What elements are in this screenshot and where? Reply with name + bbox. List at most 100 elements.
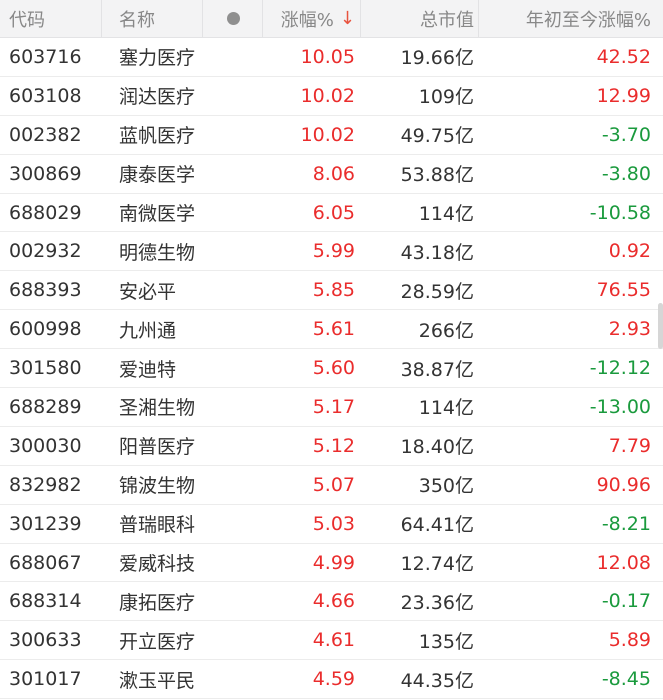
market-cap: 64.41亿 <box>400 514 474 537</box>
stock-code: 301239 <box>9 512 82 535</box>
header-ytd[interactable]: 年初至今涨幅% <box>479 0 663 37</box>
stock-code: 688029 <box>9 201 82 224</box>
stock-code: 688314 <box>9 590 82 613</box>
header-market-cap-label: 总市值 <box>420 9 474 31</box>
table-row[interactable]: 002932 明德生物 5.99 43.18亿 0.92 <box>0 232 663 272</box>
table-row[interactable]: 301239 普瑞眼科 5.03 64.41亿 -8.21 <box>0 505 663 544</box>
table-row[interactable]: 688029 南微医学 6.05 114亿 -10.58 <box>0 194 663 233</box>
market-cap: 38.87亿 <box>400 358 474 381</box>
market-cap: 114亿 <box>418 203 474 225</box>
stock-code: 603108 <box>9 84 82 107</box>
table-row[interactable]: 300030 阳普医疗 5.12 18.40亿 7.79 <box>0 427 663 466</box>
ytd-change: 76.55 <box>596 279 651 302</box>
table-row[interactable]: 301580 爱迪特 5.60 38.87亿 -12.12 <box>0 349 663 389</box>
stock-code: 688289 <box>9 395 82 418</box>
ytd-change: -3.80 <box>601 162 651 185</box>
market-cap: 19.66亿 <box>400 47 474 70</box>
market-cap: 350亿 <box>418 475 474 498</box>
table-header: 代码 名称 涨幅% ↓ 总市值 年初至今涨幅% <box>0 0 663 38</box>
table-row[interactable]: 300633 开立医疗 4.61 135亿 5.89 <box>0 621 663 661</box>
scrollbar-thumb[interactable] <box>658 303 663 349</box>
stock-code: 600998 <box>9 318 82 341</box>
stock-name: 塞力医疗 <box>119 47 196 70</box>
stock-code: 300633 <box>9 629 82 652</box>
table-row[interactable]: 600998 九州通 5.61 266亿 2.93 <box>0 310 663 350</box>
dot-cell <box>203 271 263 309</box>
change-pct: 5.61 <box>312 318 355 341</box>
table-row[interactable]: 603716 塞力医疗 10.05 19.66亿 42.52 <box>0 38 663 77</box>
ytd-change: 7.79 <box>608 434 651 457</box>
stock-name: 蓝帆医疗 <box>119 125 196 148</box>
stock-name: 南微医学 <box>119 203 196 225</box>
stock-name: 康拓医疗 <box>119 591 196 614</box>
stock-name: 漱玉平民 <box>119 669 196 692</box>
ytd-change: -13.00 <box>589 395 651 418</box>
header-name[interactable]: 名称 <box>102 0 203 37</box>
ytd-change: 12.08 <box>596 551 651 574</box>
ytd-change: 5.89 <box>608 629 651 652</box>
ytd-change: 42.52 <box>596 45 651 68</box>
stock-code: 603716 <box>9 45 82 68</box>
ytd-change: -8.45 <box>601 668 651 691</box>
ytd-change: -8.21 <box>601 512 651 535</box>
stock-name: 爱威科技 <box>119 553 196 576</box>
stock-name: 普瑞眼科 <box>119 514 196 537</box>
change-pct: 4.99 <box>312 551 355 574</box>
stock-name: 安必平 <box>119 280 177 303</box>
dot-cell <box>203 232 263 270</box>
market-cap: 266亿 <box>418 319 474 342</box>
stock-code: 300869 <box>9 162 82 185</box>
dot-cell <box>203 544 263 582</box>
market-cap: 135亿 <box>418 630 474 653</box>
stock-code: 301017 <box>9 668 82 691</box>
dot-cell <box>203 388 263 426</box>
table-row[interactable]: 688314 康拓医疗 4.66 23.36亿 -0.17 <box>0 582 663 622</box>
header-dot[interactable] <box>203 0 263 37</box>
dot-cell <box>203 349 263 387</box>
dot-cell <box>203 505 263 543</box>
table-row[interactable]: 688393 安必平 5.85 28.59亿 76.55 <box>0 271 663 311</box>
table-row[interactable]: 300869 康泰医学 8.06 53.88亿 -3.80 <box>0 155 663 194</box>
change-pct: 10.02 <box>300 84 355 107</box>
market-cap: 109亿 <box>418 86 474 109</box>
stock-code: 002932 <box>9 240 82 263</box>
ytd-change: 12.99 <box>596 84 651 107</box>
stock-name: 锦波生物 <box>119 475 196 498</box>
change-pct: 6.05 <box>312 201 355 224</box>
dot-cell <box>203 155 263 193</box>
table-row[interactable]: 002382 蓝帆医疗 10.02 49.75亿 -3.70 <box>0 116 663 155</box>
header-code[interactable]: 代码 <box>0 0 102 37</box>
stock-name: 圣湘生物 <box>119 397 196 420</box>
change-pct: 5.60 <box>312 357 355 380</box>
stock-code: 832982 <box>9 473 82 496</box>
stock-name: 九州通 <box>119 319 177 342</box>
header-change[interactable]: 涨幅% ↓ <box>263 0 361 37</box>
table-row[interactable]: 832982 锦波生物 5.07 350亿 90.96 <box>0 466 663 505</box>
change-pct: 5.85 <box>312 279 355 302</box>
stock-table: 代码 名称 涨幅% ↓ 总市值 年初至今涨幅% 603716 塞力医疗 10.05 1… <box>0 0 663 700</box>
table-row[interactable]: 301017 漱玉平民 4.59 44.35亿 -8.45 <box>0 660 663 700</box>
table-body: 603716 塞力医疗 10.05 19.66亿 42.52 603108 润达医疗 10.0… <box>0 38 663 700</box>
dot-cell <box>203 660 263 698</box>
stock-name: 明德生物 <box>119 241 196 264</box>
stock-name: 润达医疗 <box>119 86 196 109</box>
dot-cell <box>203 582 263 620</box>
ytd-change: -0.17 <box>601 590 651 613</box>
ytd-change: -12.12 <box>589 357 651 380</box>
sort-descending-icon: ↓ <box>339 8 355 29</box>
change-pct: 5.12 <box>312 434 355 457</box>
ytd-change: 0.92 <box>608 240 651 263</box>
header-market-cap[interactable]: 总市值 <box>361 0 479 37</box>
stock-name: 开立医疗 <box>119 630 196 653</box>
market-cap: 23.36亿 <box>400 591 474 614</box>
table-row[interactable]: 688067 爱威科技 4.99 12.74亿 12.08 <box>0 544 663 583</box>
change-pct: 5.17 <box>312 395 355 418</box>
dot-cell <box>203 310 263 348</box>
table-row[interactable]: 603108 润达医疗 10.02 109亿 12.99 <box>0 77 663 116</box>
ytd-change: -3.70 <box>601 123 651 146</box>
market-cap: 18.40亿 <box>400 436 474 459</box>
market-cap: 114亿 <box>418 397 474 420</box>
dot-cell <box>203 427 263 465</box>
table-row[interactable]: 688289 圣湘生物 5.17 114亿 -13.00 <box>0 388 663 427</box>
market-cap: 43.18亿 <box>400 241 474 264</box>
